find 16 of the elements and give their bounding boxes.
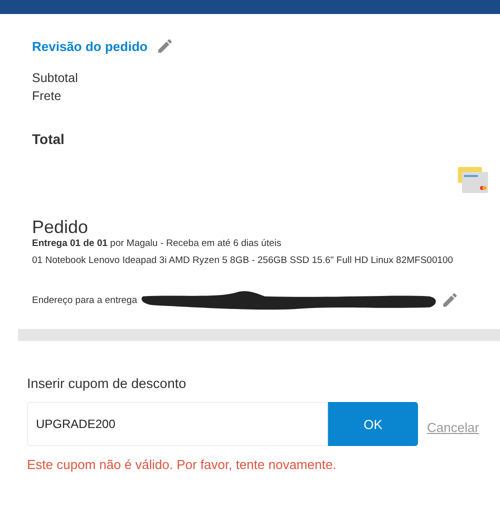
section-title: Pedido <box>32 217 90 238</box>
credit-cards-icon <box>458 167 488 193</box>
pencil-icon[interactable] <box>156 37 174 55</box>
ok-button[interactable]: OK <box>328 402 418 446</box>
product-name: 01 Notebook Lenovo Ideapad 3i AMD Ryzen 5 8GB - 256GB SSD 15.6" Full HD Linux 82MFS00100 <box>32 255 454 266</box>
error-message: Este cupom não é válido. Por favor, tente novamente. <box>27 457 338 472</box>
summary-label: Frete <box>32 88 62 105</box>
pencil-icon[interactable] <box>441 291 460 309</box>
total-label: Total <box>32 131 66 147</box>
address-label: Endereço para a entrega <box>32 294 138 306</box>
coupon-field[interactable]: UPGRADE200 <box>27 402 328 446</box>
coupon-label: Inserir cupom de desconto <box>27 376 188 391</box>
delivery-info: Entrega 01 de 01 por Magalu - Receba em até 6 dias úteis <box>32 238 282 249</box>
cancel-link[interactable]: Cancelar <box>427 420 480 434</box>
summary-label: Subtotal <box>32 70 79 87</box>
section-title: Revisão do pedido <box>32 38 148 54</box>
